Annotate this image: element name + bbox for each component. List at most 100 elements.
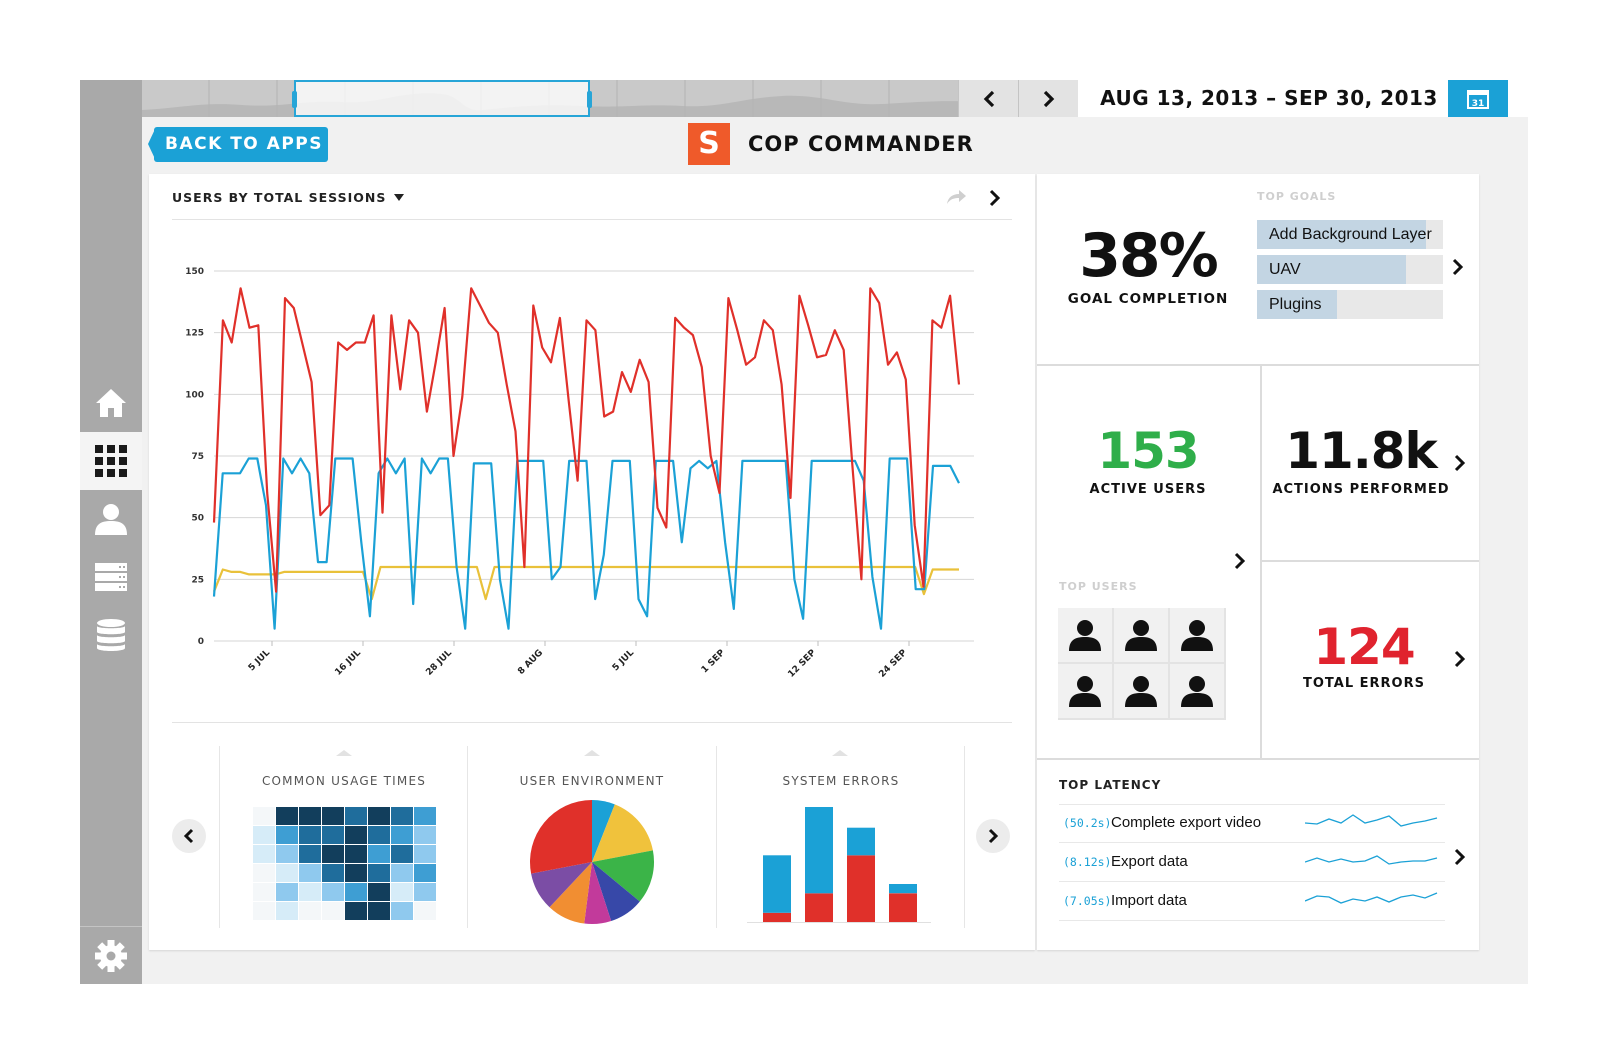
latency-row[interactable]: (7.05s) Import data — [1059, 883, 1445, 921]
next-range-button[interactable] — [1018, 80, 1078, 117]
heatmap-cell[interactable] — [253, 826, 275, 844]
caret-up-icon[interactable] — [832, 750, 848, 756]
heatmap-cell[interactable] — [345, 807, 367, 825]
range-handle-left[interactable] — [292, 91, 297, 108]
heatmap-cell[interactable] — [345, 864, 367, 882]
heatmap-cell[interactable] — [368, 883, 390, 901]
errors-more-icon[interactable] — [1453, 650, 1467, 668]
heatmap-cell[interactable] — [276, 826, 298, 844]
goals-more-icon[interactable] — [1451, 258, 1465, 276]
chart-metric-dropdown[interactable]: USERS BY TOTAL SESSIONS — [172, 190, 405, 205]
heatmap-cell[interactable] — [253, 883, 275, 901]
heatmap-cell[interactable] — [276, 883, 298, 901]
mini-charts-prev-button[interactable] — [172, 819, 206, 853]
heatmap-cell[interactable] — [322, 864, 344, 882]
heatmap-cell[interactable] — [299, 902, 321, 920]
heatmap-cell[interactable] — [299, 845, 321, 863]
heatmap-cell[interactable] — [276, 902, 298, 920]
sidebar-item-servers[interactable] — [80, 548, 142, 606]
system-errors-bar-chart[interactable] — [745, 804, 935, 924]
caret-up-icon[interactable] — [336, 750, 352, 756]
heatmap-cell[interactable] — [414, 845, 436, 863]
sidebar-item-home[interactable] — [80, 374, 142, 432]
goal-bar[interactable]: UAV — [1257, 255, 1443, 284]
bar-segment[interactable] — [889, 893, 917, 922]
heatmap-cell[interactable] — [345, 902, 367, 920]
goal-bar[interactable]: Plugins — [1257, 290, 1443, 319]
top-user-avatar[interactable] — [1114, 608, 1168, 662]
pie-slice[interactable] — [530, 800, 592, 874]
heatmap-cell[interactable] — [345, 826, 367, 844]
heatmap-cell[interactable] — [368, 864, 390, 882]
heatmap-cell[interactable] — [276, 845, 298, 863]
bar-segment[interactable] — [889, 884, 917, 894]
heatmap-cell[interactable] — [391, 845, 413, 863]
active-users-more-icon[interactable] — [1233, 552, 1247, 570]
heatmap-cell[interactable] — [299, 807, 321, 825]
latency-more-icon[interactable] — [1453, 848, 1467, 866]
heatmap-cell[interactable] — [322, 807, 344, 825]
sidebar-item-apps[interactable] — [80, 432, 142, 490]
heatmap-cell[interactable] — [391, 883, 413, 901]
top-user-avatar[interactable] — [1058, 664, 1112, 718]
heatmap-cell[interactable] — [253, 807, 275, 825]
sidebar-item-database[interactable] — [80, 606, 142, 664]
bar-segment[interactable] — [805, 893, 833, 922]
top-user-avatar[interactable] — [1114, 664, 1168, 718]
calendar-button[interactable]: 31 — [1448, 80, 1508, 117]
goal-bar[interactable]: Add Background Layer — [1257, 220, 1443, 249]
share-icon[interactable] — [945, 188, 967, 206]
series-line-0[interactable] — [212, 287, 961, 593]
mini-charts-next-button[interactable] — [976, 819, 1010, 853]
heatmap-cell[interactable] — [345, 845, 367, 863]
series-line-1[interactable] — [212, 457, 960, 630]
heatmap-cell[interactable] — [391, 902, 413, 920]
heatmap-cell[interactable] — [322, 845, 344, 863]
bar-segment[interactable] — [847, 855, 875, 922]
heatmap-cell[interactable] — [368, 826, 390, 844]
heatmap-cell[interactable] — [253, 864, 275, 882]
heatmap-cell[interactable] — [299, 826, 321, 844]
heatmap-cell[interactable] — [414, 826, 436, 844]
settings-button[interactable] — [80, 926, 142, 984]
back-to-apps-button[interactable]: BACK TO APPS — [154, 127, 328, 162]
caret-up-icon[interactable] — [584, 750, 600, 756]
top-user-avatar[interactable] — [1170, 608, 1224, 662]
timeline-overview[interactable] — [142, 80, 978, 117]
heatmap-cell[interactable] — [368, 807, 390, 825]
top-user-avatar[interactable] — [1170, 664, 1224, 718]
previous-range-button[interactable] — [958, 80, 1018, 117]
range-handle-right[interactable] — [587, 91, 592, 108]
heatmap-cell[interactable] — [299, 864, 321, 882]
range-selection-window[interactable] — [292, 80, 592, 117]
sidebar-item-users[interactable] — [80, 490, 142, 548]
top-user-avatar[interactable] — [1058, 608, 1112, 662]
heatmap-cell[interactable] — [299, 883, 321, 901]
heatmap-cell[interactable] — [253, 845, 275, 863]
heatmap-cell[interactable] — [322, 826, 344, 844]
heatmap-cell[interactable] — [276, 807, 298, 825]
bar-segment[interactable] — [847, 827, 875, 856]
latency-row[interactable]: (50.2s) Complete export video — [1059, 805, 1445, 843]
heatmap-cell[interactable] — [391, 807, 413, 825]
heatmap-cell[interactable] — [414, 902, 436, 920]
heatmap-cell[interactable] — [414, 883, 436, 901]
bar-segment[interactable] — [763, 912, 791, 922]
actions-more-icon[interactable] — [1453, 454, 1467, 472]
heatmap-cell[interactable] — [322, 883, 344, 901]
bar-segment[interactable] — [805, 807, 833, 894]
heatmap-cell[interactable] — [368, 845, 390, 863]
heatmap-cell[interactable] — [414, 864, 436, 882]
heatmap-cell[interactable] — [345, 883, 367, 901]
bar-segment[interactable] — [763, 855, 791, 913]
chart-next-icon[interactable] — [987, 188, 1003, 208]
user-environment-pie[interactable] — [529, 799, 655, 925]
heatmap-cell[interactable] — [322, 902, 344, 920]
latency-row[interactable]: (8.12s) Export data — [1059, 844, 1445, 882]
heatmap-cell[interactable] — [414, 807, 436, 825]
heatmap-cell[interactable] — [253, 902, 275, 920]
heatmap-cell[interactable] — [276, 864, 298, 882]
heatmap-cell[interactable] — [368, 902, 390, 920]
series-line-2[interactable] — [212, 565, 959, 601]
heatmap-cell[interactable] — [391, 864, 413, 882]
